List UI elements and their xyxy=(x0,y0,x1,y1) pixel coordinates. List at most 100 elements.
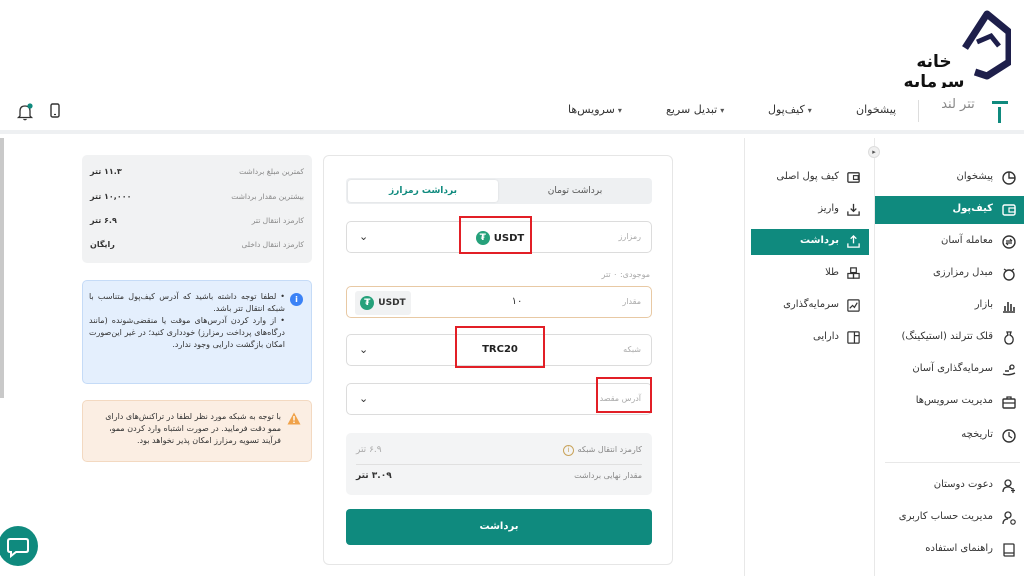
tetherland-wordmark: تتر لند xyxy=(941,97,975,112)
sidebar-item-invite[interactable]: دعوت دوستان xyxy=(875,472,1024,500)
exchange-icon xyxy=(1002,235,1016,249)
address-placeholder: آدرس مقصد xyxy=(599,394,641,403)
notification-bell-icon[interactable] xyxy=(16,102,34,121)
submenu-item-assets[interactable]: دارایی xyxy=(751,325,869,351)
sidebar-item-account[interactable]: مدیریت حساب کاربری xyxy=(875,504,1024,532)
sidebar-item-services[interactable]: مدیریت سرویس‌ها xyxy=(875,388,1024,416)
network-fee-label: کارمزد انتقال شبکه xyxy=(577,445,642,454)
info-notice-item: لطفا توجه داشته باشید که آدرس کیف‌پول مت… xyxy=(89,291,285,315)
nav-item-quick-convert[interactable]: ▾تبدیل سریع xyxy=(666,103,724,116)
info-icon: i xyxy=(290,293,303,306)
amount-label: مقدار xyxy=(622,297,641,306)
sidebar-item-staking[interactable]: قلک تترلند (استیکینگ) xyxy=(875,324,1024,352)
amount-unit: USDT xyxy=(378,298,406,308)
gold-icon xyxy=(847,267,860,279)
network-select[interactable]: ⌄ TRC20 شبکه xyxy=(346,334,652,366)
scrollbar[interactable] xyxy=(0,138,4,398)
top-navbar: تتر لند پیشخوان ▾کیف‌پول ▾تبدیل سریع ▾سر… xyxy=(0,88,1024,134)
piggy-bank-icon xyxy=(1004,331,1014,345)
assets-icon xyxy=(847,331,860,344)
limit-row: کمترین مبلغ برداشت ۱۱.۳ تتر xyxy=(90,167,304,176)
market-icon xyxy=(1003,302,1015,313)
chevron-down-icon: ▾ xyxy=(720,106,725,115)
submenu-item-main-wallet[interactable]: کیف پول اصلی xyxy=(751,165,869,191)
dashboard-icon xyxy=(1002,171,1016,185)
invite-icon xyxy=(1002,479,1015,493)
brand-logo-text: خانه سرمایه xyxy=(903,52,965,92)
tether-icon: ₮ xyxy=(475,231,490,245)
investment-icon xyxy=(1002,364,1016,376)
sidebar-item-dashboard[interactable]: پیشخوان xyxy=(875,164,1024,192)
account-icon xyxy=(1002,511,1016,525)
currency-select[interactable]: ⌄ ₮ USDT رمزارز xyxy=(346,221,652,253)
withdraw-form-card: برداشت رمزارز برداشت تومان ⌄ ₮ USDT رمزار… xyxy=(323,155,673,565)
mobile-icon[interactable] xyxy=(48,102,64,120)
withdraw-submit-button[interactable]: برداشت xyxy=(346,509,652,545)
warning-notice-text: با توجه به شبکه مورد نظر لطفا در تراکنش‌… xyxy=(105,412,281,445)
info-icon[interactable]: i xyxy=(563,445,574,456)
warning-notice: با توجه به شبکه مورد نظر لطفا در تراکنش‌… xyxy=(82,400,312,462)
converter-icon xyxy=(1003,268,1015,281)
final-amount-label: مقدار نهایی برداشت xyxy=(574,471,642,480)
main-wallet-icon xyxy=(847,172,860,183)
nav-divider xyxy=(918,100,919,122)
destination-address-input[interactable]: ⌄ آدرس مقصد xyxy=(346,383,652,415)
chevron-down-icon: ▾ xyxy=(617,106,622,115)
info-notice: i لطفا توجه داشته باشید که آدرس کیف‌پول … xyxy=(82,280,312,384)
investment-chart-icon xyxy=(847,299,860,312)
final-amount-row: مقدار نهایی برداشت ۳.۰۹ تتر xyxy=(356,471,642,487)
chat-icon xyxy=(7,538,29,559)
currency-label: رمزارز xyxy=(618,232,641,241)
submenu-item-investment[interactable]: سرمایه‌گذاری xyxy=(751,293,869,319)
wallet-submenu: کیف پول اصلی واریز برداشت طلا سرمایه‌گذا… xyxy=(744,138,874,576)
network-fee-row: کارمزد انتقال شبکه i ۶.۹ تتر xyxy=(356,445,642,461)
limit-row: کارمزد انتقال تتر ۶.۹ تتر xyxy=(90,216,304,225)
sidebar-item-easy-trade[interactable]: معامله آسان xyxy=(875,228,1024,256)
brand-logo: خانه سرمایه xyxy=(895,8,1013,92)
currency-value: USDT xyxy=(493,233,525,244)
amount-input[interactable]: ₮ USDT ۱۰ مقدار xyxy=(346,286,652,318)
guide-icon xyxy=(1003,543,1015,557)
submenu-item-deposit[interactable]: واریز xyxy=(751,197,869,223)
tetherland-mark-icon xyxy=(992,101,1008,125)
withdraw-tabs: برداشت رمزارز برداشت تومان xyxy=(346,178,652,204)
tether-icon: ₮ xyxy=(360,295,375,310)
info-notice-item: از وارد کردن آدرس‌های موقت یا منقضی‌شوند… xyxy=(89,315,285,351)
chevron-down-icon: ⌄ xyxy=(359,392,369,405)
wallet-icon xyxy=(1002,204,1016,216)
warning-icon xyxy=(287,412,301,425)
tab-crypto-withdraw[interactable]: برداشت رمزارز xyxy=(348,180,498,202)
network-fee-value: ۶.۹ تتر xyxy=(356,445,382,455)
collapse-sidebar-button[interactable]: ▸ xyxy=(868,146,880,158)
main-sidebar: پیشخوان کیف‌پول معامله آسان مبدل رمزارزی… xyxy=(874,138,1024,576)
history-icon xyxy=(1002,429,1016,443)
fee-summary: کارمزد انتقال شبکه i ۶.۹ تتر مقدار نهایی… xyxy=(346,433,652,495)
sidebar-item-crypto-converter[interactable]: مبدل رمزارزی xyxy=(875,260,1024,288)
amount-value: ۱۰ xyxy=(511,296,523,307)
final-amount-value: ۳.۰۹ تتر xyxy=(356,471,392,481)
deposit-icon xyxy=(847,203,860,216)
withdraw-icon xyxy=(847,234,860,248)
limit-row: کارمزد انتقال داخلی رایگان xyxy=(90,240,304,249)
limit-row: بیشترین مقدار برداشت ۱۰,۰۰۰ تتر xyxy=(90,192,304,201)
nav-item-wallet[interactable]: ▾کیف‌پول xyxy=(768,103,812,116)
sidebar-item-easy-investment[interactable]: سرمایه‌گذاری آسان xyxy=(875,356,1024,384)
nav-item-dashboard[interactable]: پیشخوان xyxy=(856,103,896,116)
sidebar-item-guide[interactable]: راهنمای استفاده xyxy=(875,536,1024,564)
network-value: TRC20 xyxy=(482,344,518,355)
nav-item-services[interactable]: ▾سرویس‌ها xyxy=(568,103,622,116)
support-chat-button[interactable] xyxy=(0,526,38,566)
services-icon xyxy=(1002,396,1016,409)
available-balance: موجودی: ۰ تتر xyxy=(601,270,650,279)
sidebar-item-history[interactable]: تاریخچه xyxy=(875,422,1024,450)
sidebar-divider xyxy=(885,462,1020,463)
network-label: شبکه xyxy=(623,345,641,354)
submenu-item-withdraw[interactable]: برداشت xyxy=(751,229,869,255)
sidebar-item-market[interactable]: بازار xyxy=(875,292,1024,320)
sidebar-item-wallet[interactable]: کیف‌پول xyxy=(875,196,1024,224)
tetherland-logo[interactable]: تتر لند xyxy=(930,98,1010,126)
withdraw-limits-panel: کمترین مبلغ برداشت ۱۱.۳ تتر بیشترین مقدا… xyxy=(82,155,312,263)
chevron-down-icon: ▾ xyxy=(807,106,812,115)
tab-toman-withdraw[interactable]: برداشت تومان xyxy=(500,180,650,202)
submenu-item-gold[interactable]: طلا xyxy=(751,261,869,287)
